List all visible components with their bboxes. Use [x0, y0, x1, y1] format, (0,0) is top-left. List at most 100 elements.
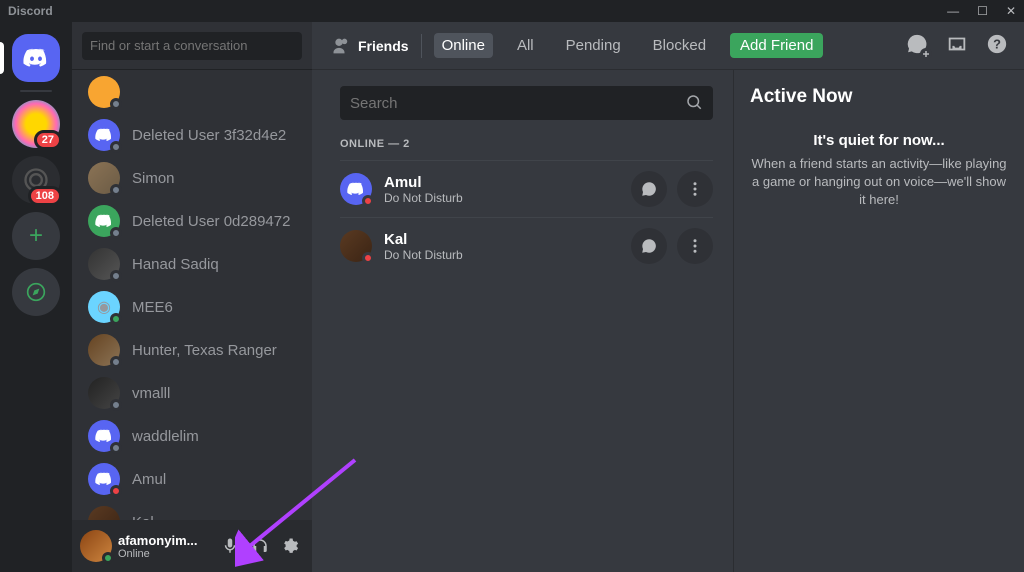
- titlebar: Discord — ☐ ✕: [0, 0, 1024, 22]
- avatar: [88, 506, 120, 520]
- dm-item[interactable]: Kal: [80, 501, 304, 520]
- activity-empty-text: When a friend starts an activity—like pl…: [750, 155, 1008, 210]
- mute-button[interactable]: [216, 532, 244, 560]
- status-indicator: [110, 485, 122, 497]
- inbox-button[interactable]: [946, 33, 968, 58]
- activity-empty: It's quiet for now... When a friend star…: [750, 132, 1008, 210]
- header-tabs: Online All Pending Blocked Add Friend: [434, 33, 824, 58]
- activity-column: Active Now It's quiet for now... When a …: [734, 70, 1024, 572]
- dm-item[interactable]: Deleted User 3f32d4e2: [80, 114, 304, 156]
- message-button[interactable]: [631, 228, 667, 264]
- avatar: [88, 205, 120, 237]
- avatar: [88, 248, 120, 280]
- dm-item[interactable]: Amul: [80, 458, 304, 500]
- server-rail: 27 108 +: [0, 22, 72, 572]
- new-group-dm-button[interactable]: [906, 33, 928, 58]
- svg-text:?: ?: [993, 37, 1001, 52]
- main-header: Friends Online All Pending Blocked Add F…: [312, 22, 1024, 70]
- status-indicator: [110, 227, 122, 239]
- help-icon: ?: [986, 33, 1008, 55]
- friend-info: Kal Do Not Disturb: [384, 231, 619, 262]
- tab-pending[interactable]: Pending: [558, 33, 629, 58]
- add-friend-button[interactable]: Add Friend: [730, 33, 823, 58]
- status-indicator: [102, 552, 114, 564]
- titlebar-title: Discord: [8, 4, 53, 18]
- close-icon[interactable]: ✕: [1006, 4, 1016, 18]
- home-button[interactable]: [12, 34, 60, 82]
- server-item[interactable]: 108: [12, 156, 60, 204]
- tab-blocked[interactable]: Blocked: [645, 33, 714, 58]
- discord-icon: [95, 211, 113, 231]
- dm-name: MEE6: [132, 299, 173, 316]
- plus-badge-icon: [920, 48, 932, 60]
- avatar: [88, 162, 120, 194]
- help-button[interactable]: ?: [986, 33, 1008, 58]
- dm-name: Deleted User 3f32d4e2: [132, 127, 286, 144]
- dm-sidebar: Deleted User 3f32d4e2 Simon Deleted User…: [72, 22, 312, 572]
- friends-search-input[interactable]: [350, 95, 685, 112]
- window-controls: — ☐ ✕: [947, 4, 1016, 18]
- dm-search: [72, 22, 312, 70]
- dm-name: vmalll: [132, 385, 170, 402]
- microphone-icon: [221, 537, 239, 555]
- friends-heading: Friends: [328, 35, 409, 57]
- user-info[interactable]: afamonyim... Online: [118, 533, 210, 560]
- more-icon: [686, 180, 704, 198]
- friends-column: ONLINE — 2 Amul Do Not Disturb Kal: [312, 70, 734, 572]
- maximize-icon[interactable]: ☐: [977, 4, 988, 18]
- dm-item[interactable]: Hanad Sadiq: [80, 243, 304, 285]
- dm-item[interactable]: vmalll: [80, 372, 304, 414]
- dm-item[interactable]: Deleted User 0d289472: [80, 200, 304, 242]
- status-indicator: [110, 356, 122, 368]
- headphones-icon: [251, 537, 269, 555]
- dm-name: Amul: [132, 471, 166, 488]
- tab-online[interactable]: Online: [434, 33, 493, 58]
- dm-item[interactable]: Hunter, Texas Ranger: [80, 329, 304, 371]
- user-avatar[interactable]: [80, 530, 112, 562]
- friends-label: Friends: [358, 38, 409, 54]
- status-indicator: [362, 252, 374, 264]
- avatar: ◉: [88, 291, 120, 323]
- more-button[interactable]: [677, 228, 713, 264]
- friend-actions: [631, 228, 713, 264]
- settings-button[interactable]: [276, 532, 304, 560]
- dm-item[interactable]: ◉ MEE6: [80, 286, 304, 328]
- avatar: [88, 377, 120, 409]
- deafen-button[interactable]: [246, 532, 274, 560]
- friend-info: Amul Do Not Disturb: [384, 174, 619, 205]
- server-item[interactable]: 27: [12, 100, 60, 148]
- message-icon: [640, 180, 658, 198]
- header-divider: [421, 34, 422, 58]
- add-server-button[interactable]: +: [12, 212, 60, 260]
- plus-icon: +: [29, 222, 43, 250]
- avatar: [88, 119, 120, 151]
- discord-icon: [95, 426, 113, 446]
- avatar: [340, 173, 372, 205]
- friend-row[interactable]: Amul Do Not Disturb: [340, 160, 713, 217]
- discord-icon: [95, 125, 113, 145]
- explore-button[interactable]: [12, 268, 60, 316]
- find-conversation-input[interactable]: [82, 32, 302, 60]
- friend-row[interactable]: Kal Do Not Disturb: [340, 217, 713, 274]
- discord-icon: [347, 179, 365, 199]
- avatar: [340, 230, 372, 262]
- user-status: Online: [118, 548, 210, 560]
- friend-status: Do Not Disturb: [384, 191, 619, 205]
- dm-list: Deleted User 3f32d4e2 Simon Deleted User…: [72, 70, 312, 520]
- dm-item[interactable]: Simon: [80, 157, 304, 199]
- dm-item[interactable]: [80, 71, 304, 113]
- dm-name: Hanad Sadiq: [132, 256, 219, 273]
- tab-all[interactable]: All: [509, 33, 542, 58]
- server-divider: [20, 90, 52, 92]
- friend-name: Kal: [384, 231, 619, 248]
- more-button[interactable]: [677, 171, 713, 207]
- friends-icon: [328, 35, 350, 57]
- notification-badge: 27: [34, 130, 62, 150]
- message-button[interactable]: [631, 171, 667, 207]
- status-indicator: [110, 184, 122, 196]
- minimize-icon[interactable]: —: [947, 4, 959, 18]
- friend-name: Amul: [384, 174, 619, 191]
- header-toolbar: ?: [906, 33, 1008, 58]
- dm-item[interactable]: waddlelim: [80, 415, 304, 457]
- avatar: [88, 76, 120, 108]
